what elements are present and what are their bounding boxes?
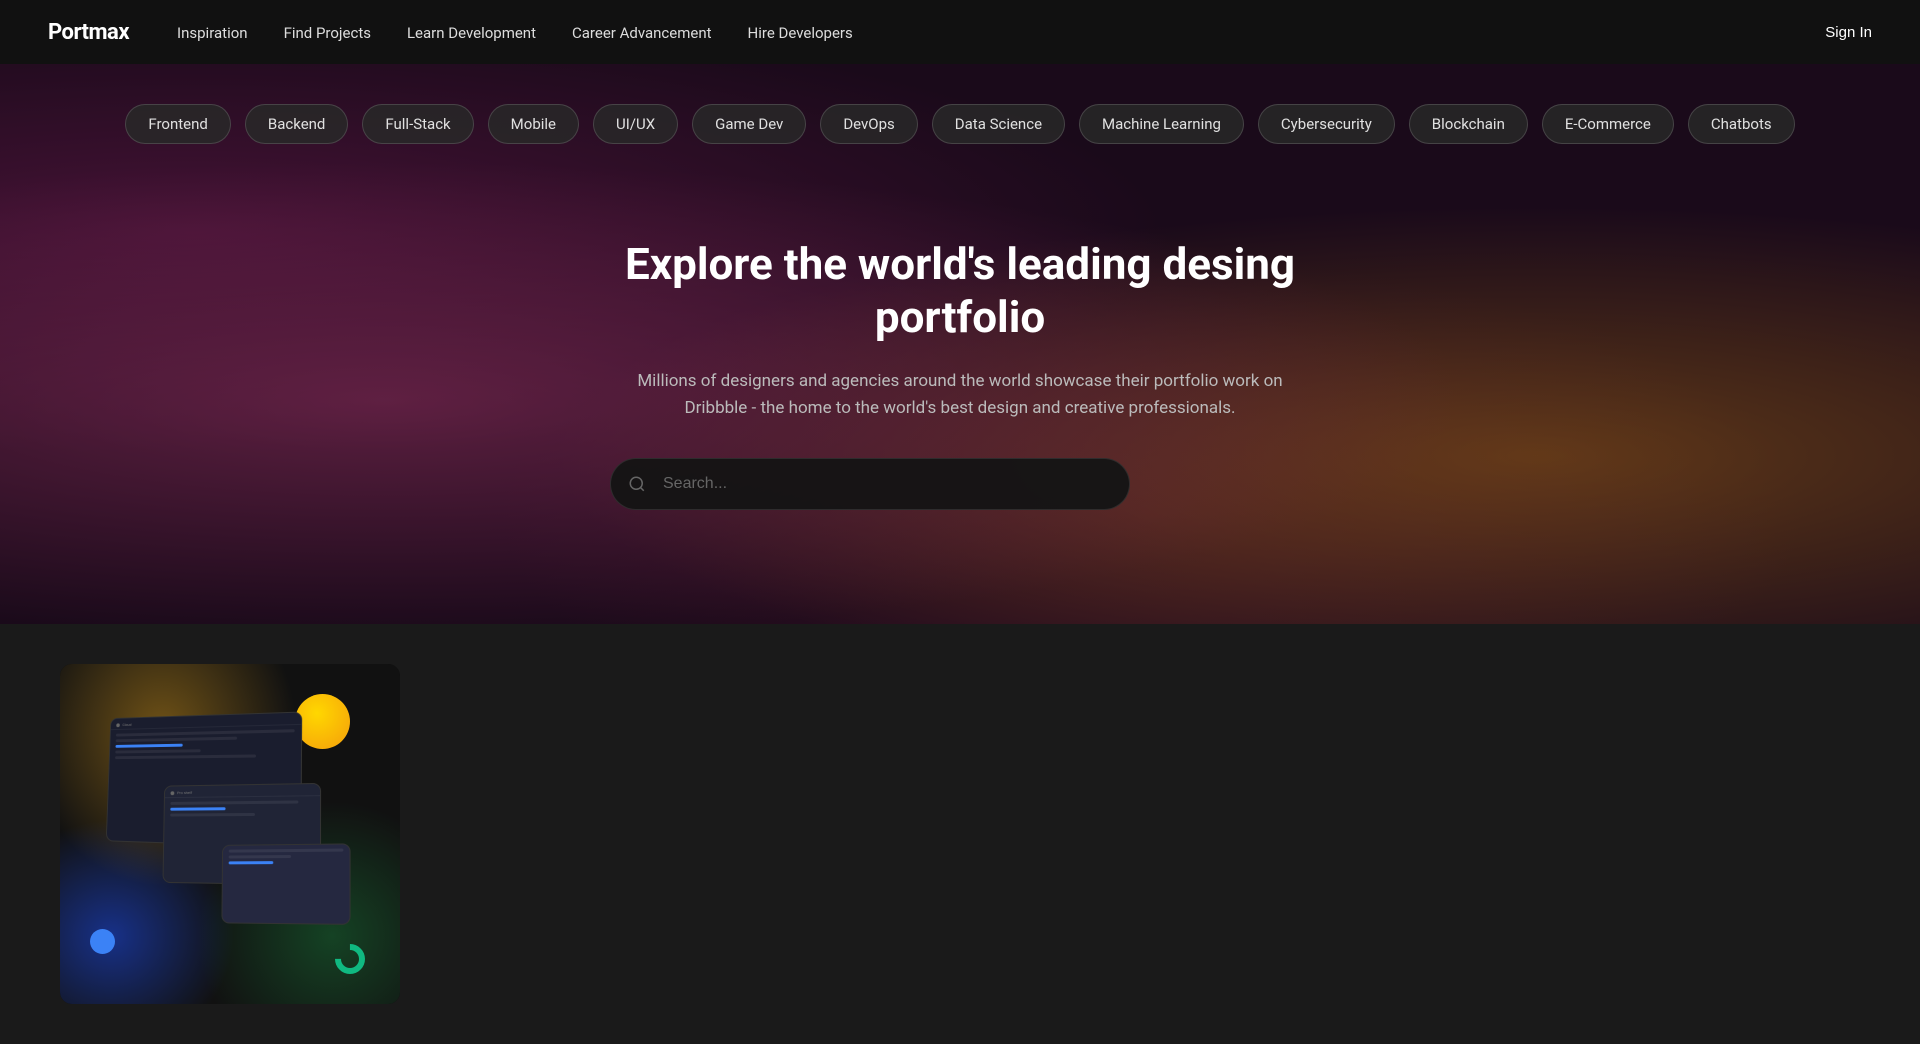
category-pill-blockchain[interactable]: Blockchain [1409,104,1528,144]
portfolio-card-inner: Cloud Pro [60,664,400,1004]
nav-link-inspiration[interactable]: Inspiration [177,24,248,42]
blue-circle-decoration [90,929,115,954]
device-line-accent [115,744,183,748]
navbar: Portmax Inspiration Find Projects Learn De… [0,0,1920,64]
device-line [229,849,344,853]
device-line [170,813,254,817]
yellow-circle-decoration [295,694,350,749]
below-hero-section: Cloud Pro [0,624,1920,1044]
device-line [116,729,295,736]
nav-link-hire-developers[interactable]: Hire Developers [748,24,853,42]
category-pill-e-commerce[interactable]: E-Commerce [1542,104,1674,144]
device-line [170,800,298,804]
green-arc-decoration [329,938,371,980]
category-pill-mobile[interactable]: Mobile [488,104,579,144]
device-mockup-3 [221,843,350,924]
hero-content: Explore the world's leading desing portf… [610,238,1310,510]
category-pill-cybersecurity[interactable]: Cybersecurity [1258,104,1395,144]
device-line [115,749,200,753]
device-stack: Cloud Pro [80,684,380,984]
search-bar-wrapper [610,458,1130,510]
device-content-1 [110,725,301,763]
category-pill-ui-ux[interactable]: UI/UX [593,104,678,144]
nav-links: Inspiration Find Projects Learn Developmen… [177,23,853,42]
logo: Portmax [48,20,129,45]
device-dot [171,791,175,795]
hero-title: Explore the world's leading desing portf… [610,238,1310,344]
category-pill-full-stack[interactable]: Full-Stack [362,104,473,144]
category-pill-chatbots[interactable]: Chatbots [1688,104,1795,144]
hero-section: Frontend Backend Full-Stack Mobile UI/UX Game… [0,64,1920,624]
device-content-2 [165,796,321,820]
sign-in-button[interactable]: Sign In [1825,24,1872,41]
search-icon [628,475,646,493]
device-line [116,737,238,743]
device-line-accent [229,861,274,864]
search-input[interactable] [610,458,1130,510]
category-pill-machine-learning[interactable]: Machine Learning [1079,104,1244,144]
device-line [229,855,291,858]
category-pill-frontend[interactable]: Frontend [125,104,230,144]
nav-link-learn-development[interactable]: Learn Development [407,24,536,42]
device-dot [116,723,120,727]
portfolio-card[interactable]: Cloud Pro [60,664,400,1004]
nav-link-career-advancement[interactable]: Career Advancement [572,24,712,42]
category-pill-devops[interactable]: DevOps [820,104,917,144]
nav-link-find-projects[interactable]: Find Projects [284,24,371,42]
category-pill-data-science[interactable]: Data Science [932,104,1065,144]
device-line [115,754,256,759]
navbar-left: Portmax Inspiration Find Projects Learn De… [48,20,853,45]
category-pill-backend[interactable]: Backend [245,104,349,144]
hero-subtitle: Millions of designers and agencies aroun… [610,368,1310,422]
device-content-3 [223,844,350,868]
category-pill-game-dev[interactable]: Game Dev [692,104,806,144]
card-ui: Cloud Pro [60,664,400,1004]
categories-row: Frontend Backend Full-Stack Mobile UI/UX Game… [0,104,1920,144]
device-line-accent [170,807,226,810]
